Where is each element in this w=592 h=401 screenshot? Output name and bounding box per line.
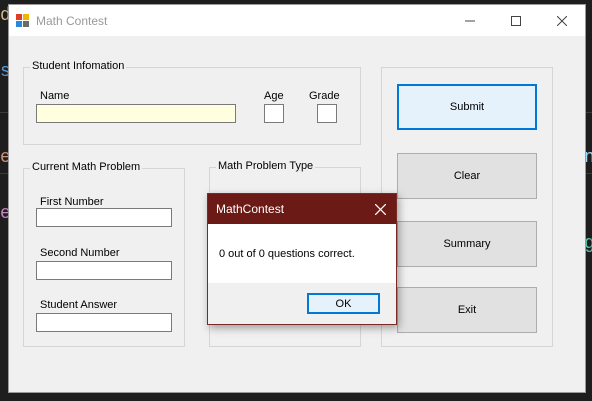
close-icon: [557, 15, 567, 26]
first-number-label: First Number: [40, 196, 104, 208]
dialog-body: 0 out of 0 questions correct.: [208, 224, 396, 283]
close-icon: [374, 203, 386, 215]
dialog-title: MathContest: [216, 202, 285, 216]
problem-type-label: Math Problem Type: [216, 160, 316, 172]
student-answer-field[interactable]: [36, 313, 172, 332]
second-number-label: Second Number: [40, 247, 120, 259]
age-field[interactable]: [264, 104, 284, 123]
exit-button[interactable]: Exit: [397, 287, 537, 333]
grade-label: Grade: [309, 90, 340, 102]
age-label: Age: [264, 90, 284, 102]
student-answer-label: Student Answer: [40, 299, 118, 311]
first-number-field[interactable]: [36, 208, 172, 227]
name-field[interactable]: [36, 104, 236, 123]
dialog-title-bar[interactable]: MathContest: [208, 194, 396, 224]
title-bar[interactable]: Math Contest: [9, 5, 585, 36]
close-button[interactable]: [539, 5, 585, 36]
dialog-message: 0 out of 0 questions correct.: [219, 248, 355, 260]
message-dialog: MathContest 0 out of 0 questions correct…: [207, 193, 397, 325]
window-title: Math Contest: [36, 14, 108, 28]
current-problem-group: Current Math Problem First Number Second…: [23, 161, 185, 347]
minimize-button[interactable]: [447, 5, 493, 36]
maximize-button[interactable]: [493, 5, 539, 36]
current-problem-label: Current Math Problem: [30, 161, 143, 173]
ok-button[interactable]: OK: [307, 293, 380, 314]
dialog-close-button[interactable]: [370, 199, 390, 219]
clear-button[interactable]: Clear: [397, 153, 537, 199]
app-icon: [16, 14, 30, 28]
summary-button[interactable]: Summary: [397, 221, 537, 267]
second-number-field[interactable]: [36, 261, 172, 280]
submit-button[interactable]: Submit: [397, 84, 537, 130]
name-label: Name: [40, 90, 70, 102]
minimize-icon: [465, 20, 475, 21]
grade-field[interactable]: [317, 104, 337, 123]
student-info-label: Student Infomation: [30, 60, 127, 72]
student-info-group: Student Infomation Name Age Grade: [23, 60, 361, 145]
maximize-icon: [511, 15, 521, 26]
